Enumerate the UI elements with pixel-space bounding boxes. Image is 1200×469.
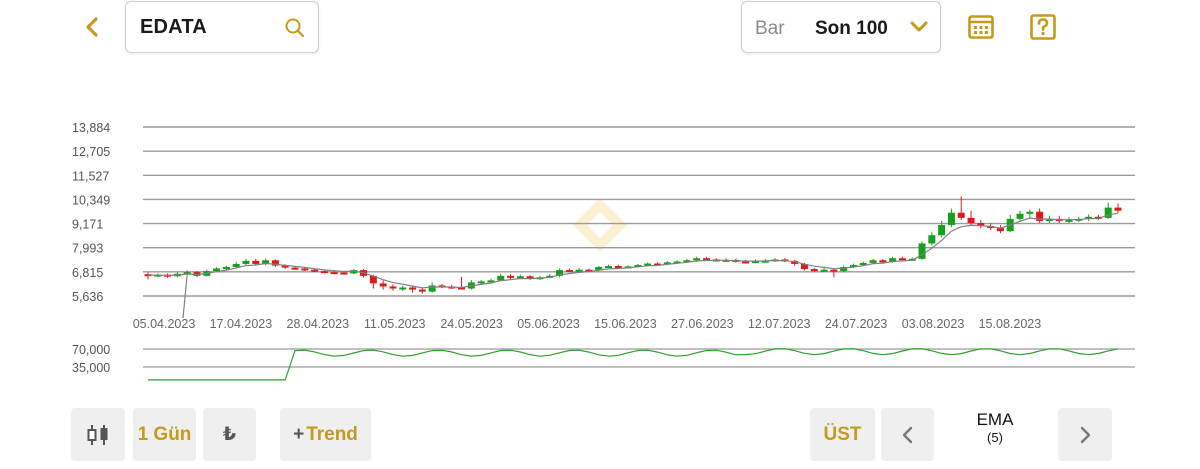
y-tick-label: 12,705 [72, 145, 110, 159]
candle-down [898, 258, 906, 261]
x-tick-label: 15.06.2023 [594, 317, 657, 331]
candle-down [742, 261, 750, 264]
x-tick-label: 24.05.2023 [440, 317, 503, 331]
candle-down [291, 267, 299, 270]
candle-up [242, 260, 250, 264]
plus-icon: + [293, 423, 305, 445]
period-button[interactable]: 1 Gün [133, 408, 196, 461]
candle-up [222, 267, 230, 270]
candle-up [428, 285, 436, 292]
watermark-logo [572, 197, 628, 253]
volume-line [148, 348, 1119, 381]
y-tick-label: 10,349 [72, 193, 110, 207]
candlestick-icon [87, 424, 108, 445]
indicator-display: EMA (5) [940, 410, 1050, 456]
ust-label: ÜST [823, 423, 862, 445]
candle-down [320, 271, 328, 274]
x-tick-label: 17.04.2023 [210, 317, 273, 331]
candle-down [879, 260, 887, 263]
candle-up [693, 258, 701, 261]
y-tick-label: 5,636 [72, 290, 103, 304]
next-indicator-button[interactable] [1058, 408, 1112, 461]
candle-up [1016, 213, 1024, 219]
candle-down [409, 287, 417, 290]
x-tick-label: 05.04.2023 [133, 317, 196, 331]
candle-down [389, 286, 397, 289]
candle-up [605, 266, 613, 269]
candle-down [957, 212, 965, 218]
x-tick-label: 12.07.2023 [748, 317, 811, 331]
candle-down [810, 269, 818, 272]
candle-down [967, 217, 975, 223]
y-tick-label: 6,815 [72, 266, 103, 280]
y-tick-label: 13,884 [72, 121, 110, 135]
candle-up [947, 212, 955, 226]
chevron-right-icon [1080, 426, 1091, 443]
x-tick-label: 27.06.2023 [671, 317, 734, 331]
candle-up [477, 281, 485, 284]
upper-indicator-button[interactable]: ÜST [810, 408, 875, 461]
x-tick-label: 15.08.2023 [979, 317, 1042, 331]
x-tick-label: 03.08.2023 [902, 317, 965, 331]
candle-up [928, 235, 936, 244]
prev-indicator-button[interactable] [881, 408, 934, 461]
candle-up [575, 269, 583, 272]
candle-down [418, 289, 426, 292]
candle-up [232, 263, 240, 268]
x-tick-label: 24.07.2023 [825, 317, 888, 331]
y-tick-label: 11,527 [72, 169, 109, 183]
lira-icon: ₺ [222, 424, 237, 445]
candle-down [252, 260, 260, 264]
candle-down [330, 272, 338, 275]
candle-up [399, 287, 407, 290]
candle-up [938, 225, 946, 236]
y-tick-label: 9,171 [72, 218, 103, 232]
candle-down [1114, 207, 1122, 211]
volume-tick-label: 35,000 [72, 361, 110, 375]
candle-down [379, 283, 387, 287]
candle-up [869, 260, 877, 263]
indicator-param: (5) [987, 430, 1003, 445]
trend-button[interactable]: + Trend [280, 408, 371, 461]
y-tick-label: 7,993 [72, 242, 103, 256]
period-label: 1 Gün [137, 423, 192, 445]
chart-type-button[interactable] [71, 408, 125, 461]
candle-down [565, 270, 573, 273]
currency-button[interactable]: ₺ [203, 408, 256, 461]
volume-tick-label: 70,000 [72, 343, 110, 357]
candle-down [301, 268, 309, 271]
x-tick-label: 05.06.2023 [517, 317, 580, 331]
indicator-name: EMA [976, 410, 1014, 429]
price-chart[interactable]: 13,884 12,705 11,527 10,349 9,171 7,993 6,815 5… [0, 0, 1200, 400]
candle-up [820, 269, 828, 272]
candle-up [497, 275, 505, 281]
x-tick-label: 28.04.2023 [287, 317, 350, 331]
candle-down [507, 275, 515, 278]
candle-down [830, 269, 838, 272]
candle-down [340, 272, 348, 275]
candle-down [614, 266, 622, 269]
candle-down [311, 269, 319, 272]
ema-tail-line [182, 276, 188, 319]
chevron-left-icon [902, 426, 912, 443]
ema-line [148, 212, 1119, 289]
x-tick-label: 11.05.2023 [364, 317, 426, 331]
trend-label: Trend [306, 423, 358, 445]
candle-up [1026, 211, 1034, 214]
